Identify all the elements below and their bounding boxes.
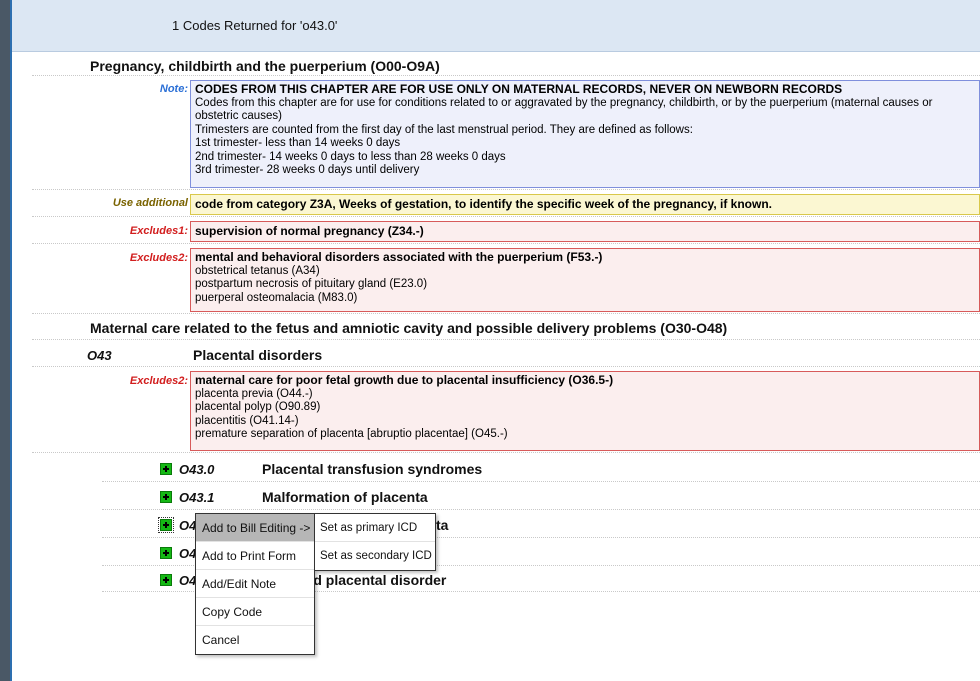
menu-item-add-to-bill-editing[interactable]: Add to Bill Editing -> bbox=[196, 514, 314, 542]
menu-item-set-primary-icd[interactable]: Set as primary ICD bbox=[315, 514, 435, 542]
excludes1-row: Excludes1: supervision of normal pregnan… bbox=[32, 221, 980, 244]
excludes2-chapter-box: mental and behavioral disorders associat… bbox=[190, 248, 980, 312]
expand-plus-icon[interactable] bbox=[160, 547, 172, 559]
results-count-title: 1 Codes Returned for 'o43.0' bbox=[172, 18, 338, 33]
excludes2-category-row: Excludes2: maternal care for poor fetal … bbox=[32, 371, 980, 453]
subcode-title: Placental transfusion syndromes bbox=[262, 461, 483, 477]
section-row: Maternal care related to the fetus and a… bbox=[32, 316, 980, 340]
menu-item-add-edit-note[interactable]: Add/Edit Note bbox=[196, 570, 314, 598]
note-line: 2nd trimester- 14 weeks 0 days to less t… bbox=[195, 150, 506, 163]
category-row: O43 Placental disorders bbox=[32, 342, 980, 367]
excludes2-category-lead: maternal care for poor fetal growth due … bbox=[195, 373, 614, 387]
expand-plus-icon[interactable] bbox=[160, 491, 172, 503]
subcode-row[interactable]: O43.1 Malformation of placenta bbox=[102, 484, 980, 510]
subcode-code[interactable]: O4 bbox=[179, 518, 196, 533]
menu-item-copy-code[interactable]: Copy Code bbox=[196, 598, 314, 626]
use-additional-row: Use additional code from category Z3A, W… bbox=[32, 194, 980, 217]
subcode-title: fied placental disorder bbox=[297, 572, 447, 588]
category-title: Placental disorders bbox=[193, 347, 323, 363]
note-label: Note: bbox=[159, 83, 188, 95]
note-line: 3rd trimester- 28 weeks 0 days until del… bbox=[195, 164, 420, 176]
excludes2-category-box: maternal care for poor fetal growth due … bbox=[190, 371, 980, 451]
excludes2-lead: mental and behavioral disorders associat… bbox=[195, 250, 603, 264]
chapter-title: Pregnancy, childbirth and the puerperium… bbox=[90, 58, 440, 74]
subcode-code[interactable]: O43.0 bbox=[179, 462, 214, 477]
excludes2-category-line: placenta previa (O44.-) bbox=[195, 387, 313, 400]
note-line: Trimesters are counted from the first da… bbox=[195, 123, 693, 136]
menu-item-set-secondary-icd[interactable]: Set as secondary ICD bbox=[315, 542, 435, 570]
subcode-code[interactable]: O43.1 bbox=[179, 490, 214, 505]
excludes1-box: supervision of normal pregnancy (Z34.-) bbox=[190, 221, 980, 242]
excludes1-text: supervision of normal pregnancy (Z34.-) bbox=[195, 224, 424, 238]
chapter-row: Pregnancy, childbirth and the puerperium… bbox=[32, 54, 980, 76]
expand-plus-icon[interactable] bbox=[158, 517, 174, 533]
use-additional-label: Use additional bbox=[112, 197, 188, 209]
app-frame: 1 Codes Returned for 'o43.0' Pregnancy, … bbox=[0, 0, 980, 681]
note-line: Codes from this chapter are for use for … bbox=[195, 96, 933, 123]
expand-plus-icon[interactable] bbox=[160, 463, 172, 475]
menu-item-add-to-print-form[interactable]: Add to Print Form bbox=[196, 542, 314, 570]
note-box: CODES FROM THIS CHAPTER ARE FOR USE ONLY… bbox=[190, 80, 980, 188]
subcode-code[interactable]: O4 bbox=[179, 546, 196, 561]
subcode-title: ta bbox=[436, 517, 449, 533]
note-lead: CODES FROM THIS CHAPTER ARE FOR USE ONLY… bbox=[195, 82, 843, 96]
code-results-window: 1 Codes Returned for 'o43.0' Pregnancy, … bbox=[10, 0, 980, 681]
results-header: 1 Codes Returned for 'o43.0' bbox=[12, 0, 980, 52]
menu-item-cancel[interactable]: Cancel bbox=[196, 626, 314, 654]
note-row: Note: CODES FROM THIS CHAPTER ARE FOR US… bbox=[32, 80, 980, 190]
expand-plus-icon[interactable] bbox=[160, 574, 172, 586]
excludes2-line: postpartum necrosis of pituitary gland (… bbox=[195, 278, 428, 290]
excludes2-category-line: placentitis (O41.14-) bbox=[195, 414, 299, 427]
note-line: 1st trimester- less than 14 weeks 0 days bbox=[195, 137, 401, 149]
subcode-title: Malformation of placenta bbox=[262, 489, 428, 505]
excludes2-category-line: premature separation of placenta [abrupt… bbox=[195, 428, 508, 440]
excludes2-label: Excludes2: bbox=[129, 252, 188, 264]
section-title: Maternal care related to the fetus and a… bbox=[90, 320, 728, 336]
context-menu: Add to Bill Editing -> Add to Print Form… bbox=[195, 513, 315, 655]
subcode-row[interactable]: O43.0 Placental transfusion syndromes bbox=[102, 456, 980, 482]
excludes1-label: Excludes1: bbox=[129, 225, 188, 237]
use-additional-box: code from category Z3A, Weeks of gestati… bbox=[190, 194, 980, 215]
excludes2-category-label: Excludes2: bbox=[129, 375, 188, 387]
category-code: O43 bbox=[87, 348, 112, 363]
use-additional-text: code from category Z3A, Weeks of gestati… bbox=[195, 197, 773, 211]
bill-editing-submenu: Set as primary ICD Set as secondary ICD bbox=[314, 513, 436, 571]
subcode-code[interactable]: O4 bbox=[179, 573, 196, 588]
excludes2-chapter-row: Excludes2: mental and behavioral disorde… bbox=[32, 248, 980, 314]
excludes2-line: puerperal osteomalacia (M83.0) bbox=[195, 291, 358, 304]
excludes2-category-line: placental polyp (O90.89) bbox=[195, 401, 321, 413]
excludes2-line: obstetrical tetanus (A34) bbox=[195, 264, 320, 277]
